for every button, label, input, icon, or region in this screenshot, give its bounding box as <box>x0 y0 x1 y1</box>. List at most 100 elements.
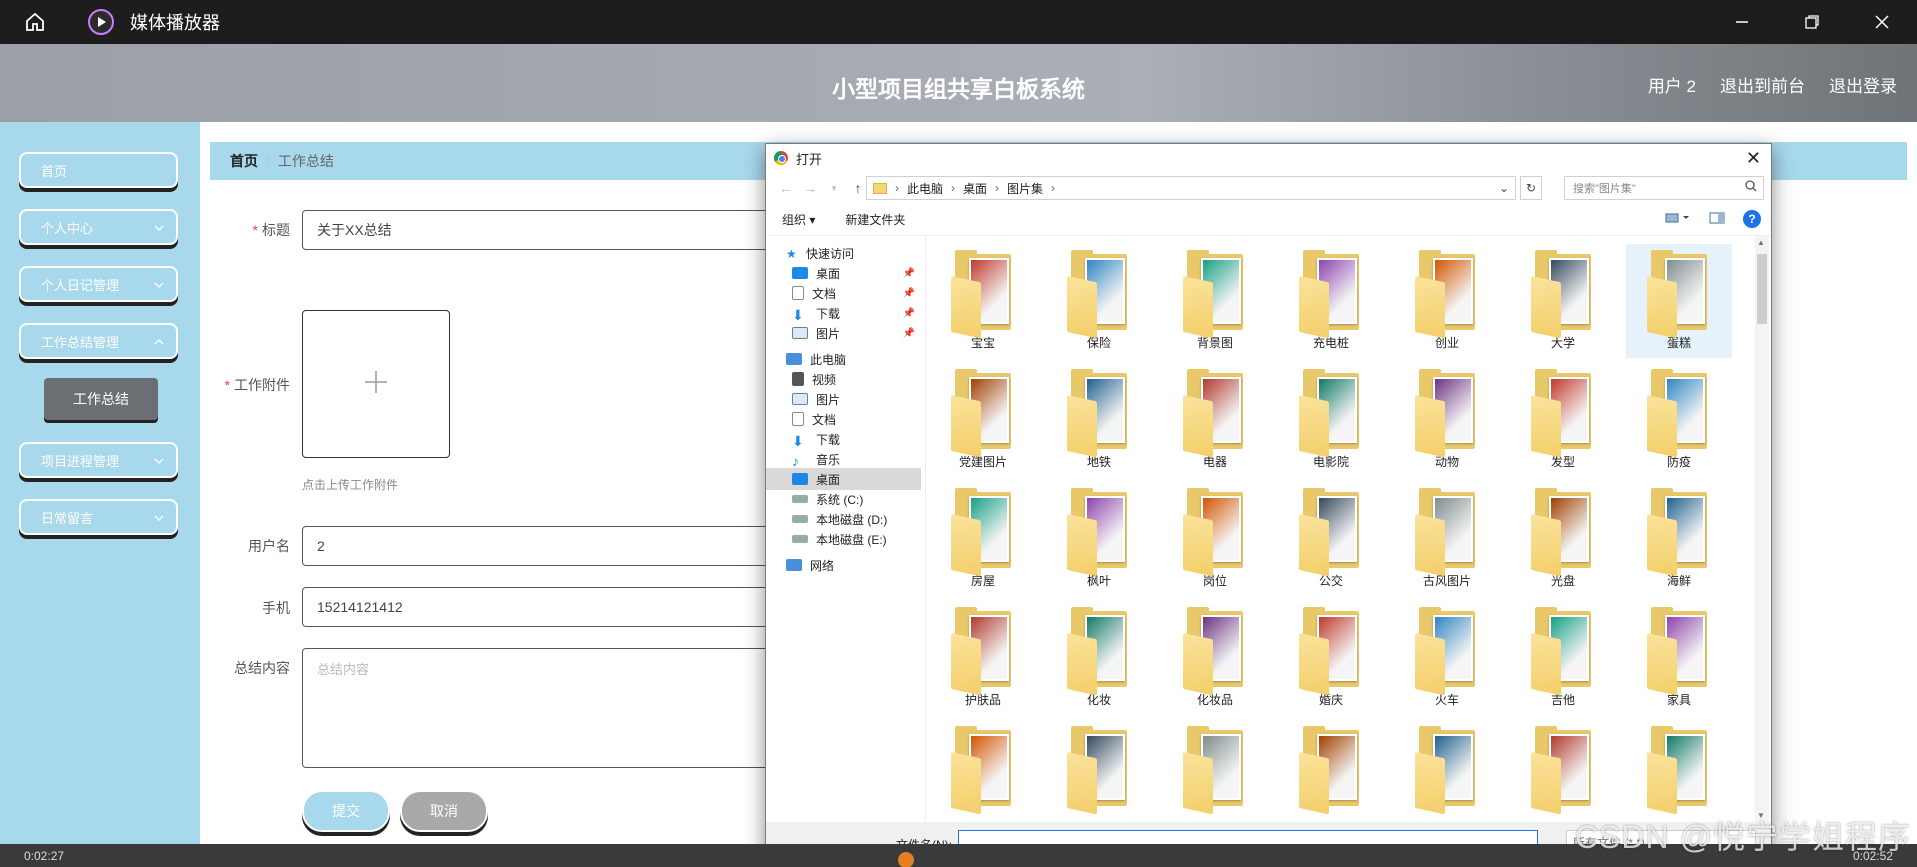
folder-icon <box>1531 488 1595 577</box>
folder-item[interactable]: 背景图 <box>1162 244 1268 358</box>
nav-item-drive-e[interactable]: 本地磁盘 (E:) <box>766 528 921 550</box>
menu-item-work-summary[interactable]: 工作总结管理 <box>19 323 178 359</box>
folder-item[interactable]: 化妆品 <box>1162 601 1268 715</box>
path-segment[interactable]: 图片集 <box>1007 180 1043 197</box>
nav-item-quick-access[interactable]: ★ 快速访问 <box>766 242 921 264</box>
nav-item-documents[interactable]: 文档 📌 <box>766 282 921 304</box>
nav-item-downloads[interactable]: ⬇ 下载 📌 <box>766 302 921 324</box>
nav-item-downloads-pc[interactable]: ⬇ 下载 <box>766 428 921 450</box>
nav-item-pictures[interactable]: 图片 📌 <box>766 322 921 344</box>
menu-item-personal-center[interactable]: 个人中心 <box>19 209 178 245</box>
nav-item-this-pc[interactable]: 此电脑 <box>766 348 921 370</box>
folder-item[interactable]: 大学 <box>1510 244 1616 358</box>
nav-item-documents-pc[interactable]: 文档 <box>766 408 921 430</box>
menu-item-project-progress[interactable]: 项目进程管理 <box>19 442 178 478</box>
submenu-work-summary[interactable]: 工作总结 <box>44 378 158 420</box>
folder-item[interactable] <box>930 720 1036 822</box>
search-input[interactable]: 搜索"图片集" <box>1564 176 1764 200</box>
folder-item[interactable]: 电影院 <box>1278 363 1384 477</box>
nav-item-drive-c[interactable]: 系统 (C:) <box>766 488 921 510</box>
cancel-button[interactable]: 取消 <box>400 790 488 832</box>
restore-icon[interactable] <box>1777 0 1847 44</box>
folder-item[interactable]: 房屋 <box>930 482 1036 596</box>
folder-item[interactable]: 充电桩 <box>1278 244 1384 358</box>
folder-item[interactable]: 宝宝 <box>930 244 1036 358</box>
menu-item-daily-message[interactable]: 日常留言 <box>19 499 178 535</box>
close-icon[interactable] <box>1847 0 1917 44</box>
folder-item[interactable]: 防疫 <box>1626 363 1732 477</box>
folder-icon <box>951 726 1015 815</box>
folder-item[interactable]: 地铁 <box>1046 363 1152 477</box>
nav-item-drive-d[interactable]: 本地磁盘 (D:) <box>766 508 921 530</box>
folder-item[interactable]: 发型 <box>1510 363 1616 477</box>
new-folder-button[interactable]: 新建文件夹 <box>845 211 905 228</box>
folder-item[interactable] <box>1278 720 1384 822</box>
address-dropdown-icon[interactable]: ⌄ <box>1499 181 1509 195</box>
username-input[interactable]: 2 <box>302 526 802 566</box>
back-arrow-icon[interactable]: ← <box>774 180 798 196</box>
folder-item[interactable]: 公交 <box>1278 482 1384 596</box>
plus-icon <box>363 369 389 400</box>
folder-item[interactable]: 创业 <box>1394 244 1500 358</box>
folder-item[interactable] <box>1394 720 1500 822</box>
folder-item[interactable]: 古风图片 <box>1394 482 1500 596</box>
folder-item[interactable]: 动物 <box>1394 363 1500 477</box>
folder-item[interactable]: 党建图片 <box>930 363 1036 477</box>
path-segment[interactable]: 此电脑 <box>907 180 943 197</box>
dialog-close-icon[interactable]: ✕ <box>1746 148 1761 169</box>
nav-item-pictures-pc[interactable]: 图片 <box>766 388 921 410</box>
menu-item-home[interactable]: 首页 <box>19 152 178 188</box>
folder-item[interactable] <box>1510 720 1616 822</box>
forward-arrow-icon[interactable]: → <box>798 180 822 196</box>
folder-item[interactable]: 护肤品 <box>930 601 1036 715</box>
nav-item-desktop-pc[interactable]: 桌面 <box>766 468 921 490</box>
nav-item-desktop[interactable]: 桌面 📌 <box>766 262 921 284</box>
dialog-scrollbar[interactable]: ▲ ▼ <box>1755 236 1769 822</box>
breadcrumb-home[interactable]: 首页 <box>230 151 258 171</box>
folder-item[interactable]: 岗位 <box>1162 482 1268 596</box>
address-bar[interactable]: › 此电脑 › 桌面 › 图片集 › ⌄ <box>866 176 1516 200</box>
folder-item[interactable]: 家具 <box>1626 601 1732 715</box>
folder-item[interactable]: 保险 <box>1046 244 1152 358</box>
user-link[interactable]: 用户 2 <box>1648 72 1696 97</box>
folder-item[interactable]: 电器 <box>1162 363 1268 477</box>
recent-chevron-icon[interactable]: ▾ <box>822 183 846 194</box>
content-textarea[interactable]: 总结内容 <box>302 648 802 768</box>
organize-button[interactable]: 组织 ▾ <box>782 211 815 228</box>
folder-item[interactable]: 吉他 <box>1510 601 1616 715</box>
scroll-up-icon[interactable]: ▲ <box>1757 238 1765 247</box>
submit-button[interactable]: 提交 <box>302 790 390 832</box>
home-icon[interactable] <box>0 0 70 44</box>
folder-item[interactable]: 光盘 <box>1510 482 1616 596</box>
folder-item[interactable]: 枫叶 <box>1046 482 1152 596</box>
nav-item-network[interactable]: 网络 <box>766 554 921 576</box>
folder-icon <box>1647 369 1711 458</box>
seek-knob[interactable] <box>898 852 914 867</box>
nav-item-videos[interactable]: 视频 <box>766 368 921 390</box>
folder-item[interactable]: 蛋糕 <box>1626 244 1732 358</box>
preview-pane-icon[interactable] <box>1709 212 1725 227</box>
title-input[interactable]: 关于XX总结 <box>302 210 802 250</box>
breadcrumb-separator: / <box>266 153 270 169</box>
folder-item[interactable]: 化妆 <box>1046 601 1152 715</box>
logout-link[interactable]: 退出登录 <box>1829 72 1897 97</box>
exit-to-front-link[interactable]: 退出到前台 <box>1720 72 1805 97</box>
refresh-icon[interactable]: ↻ <box>1520 176 1542 200</box>
help-icon[interactable]: ? <box>1743 210 1761 228</box>
upload-box[interactable] <box>302 310 450 458</box>
nav-item-music[interactable]: ♪ 音乐 <box>766 448 921 470</box>
folder-icon <box>1647 726 1711 815</box>
menu-item-diary[interactable]: 个人日记管理 <box>19 266 178 302</box>
folder-item[interactable] <box>1046 720 1152 822</box>
folder-item[interactable] <box>1626 720 1732 822</box>
attachment-label: * 工作附件 <box>224 377 290 393</box>
scroll-thumb[interactable] <box>1757 254 1767 324</box>
folder-item[interactable]: 婚庆 <box>1278 601 1384 715</box>
path-segment[interactable]: 桌面 <box>963 180 987 197</box>
folder-item[interactable]: 火车 <box>1394 601 1500 715</box>
view-options-icon[interactable] <box>1665 212 1691 227</box>
folder-item[interactable] <box>1162 720 1268 822</box>
phone-input[interactable]: 15214121412 <box>302 587 802 627</box>
folder-item[interactable]: 海鲜 <box>1626 482 1732 596</box>
minimize-icon[interactable] <box>1707 0 1777 44</box>
